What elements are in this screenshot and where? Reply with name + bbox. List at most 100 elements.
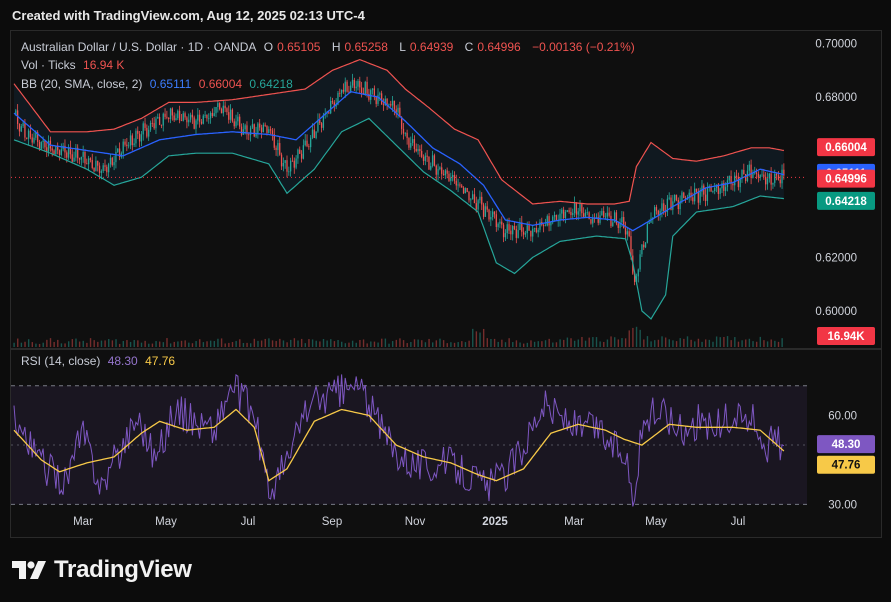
candle-body — [766, 178, 769, 185]
candle-body — [213, 113, 215, 117]
tradingview-logo[interactable]: TradingView — [12, 556, 192, 584]
candle-body — [479, 196, 481, 201]
volume-bar — [104, 340, 106, 347]
candle-body — [535, 228, 537, 233]
candle-body — [371, 88, 374, 91]
candle-body — [417, 149, 419, 152]
volume-bar — [523, 343, 525, 347]
volume-bar — [450, 342, 452, 347]
volume-bar — [632, 327, 634, 347]
candle-body — [765, 176, 767, 185]
bb-lower-value: 0.64218 — [249, 77, 293, 91]
candle-body — [211, 112, 214, 117]
volume-bar — [533, 341, 536, 347]
candle-body — [331, 101, 334, 103]
candle-body — [144, 123, 146, 128]
candle-body — [608, 212, 610, 216]
volume-bar — [370, 341, 372, 347]
volume-bar — [344, 343, 347, 347]
volume-bar — [679, 338, 681, 347]
high-label: H — [331, 40, 341, 54]
candle-body — [226, 108, 228, 113]
volume-bar — [362, 339, 365, 347]
volume-bar — [391, 341, 394, 347]
volume-bar — [282, 340, 285, 347]
candle-body — [217, 103, 219, 108]
candle-body — [442, 173, 445, 176]
candle-body — [188, 119, 190, 123]
candle-body — [712, 191, 714, 192]
candle-body — [612, 222, 614, 227]
rsi-legend[interactable]: RSI (14, close) 48.30 47.76 — [21, 354, 179, 368]
volume-bar — [257, 340, 259, 347]
volume-bar — [621, 338, 623, 347]
volume-legend[interactable]: Vol · Ticks 16.94 K — [21, 58, 128, 72]
volume-bar — [330, 339, 332, 347]
volume-bar — [417, 339, 419, 347]
candle-body — [697, 191, 699, 203]
volume-bar — [246, 342, 248, 347]
candle-body — [288, 171, 290, 173]
volume-bar — [162, 342, 165, 347]
candle-body — [501, 221, 503, 225]
candle-body — [530, 230, 532, 237]
change-value: −0.00136 (−0.21%) — [532, 40, 635, 54]
candle-body — [133, 143, 135, 146]
candle-body — [357, 81, 359, 87]
volume-bar — [635, 326, 638, 347]
candle-body — [772, 182, 774, 185]
candle-body — [128, 145, 130, 147]
volume-bar — [235, 340, 237, 347]
volume-bar — [279, 338, 281, 347]
candle-body — [672, 201, 674, 210]
volume-bar — [97, 341, 99, 347]
volume-bar — [446, 343, 448, 347]
volume-bar — [359, 339, 361, 347]
bb-legend[interactable]: BB (20, SMA, close, 2) 0.65111 0.66004 0… — [21, 77, 297, 91]
candle-body — [29, 130, 32, 138]
candle-body — [58, 150, 61, 155]
candle-body — [770, 173, 772, 185]
candle-body — [699, 191, 701, 203]
candle-body — [169, 108, 172, 120]
candle-body — [386, 98, 388, 105]
symbol-title[interactable]: Australian Dollar / U.S. Dollar · 1D · O… — [21, 40, 256, 54]
candle-body — [714, 187, 716, 192]
candle-body — [264, 124, 266, 126]
chart-canvas[interactable]: 0.70000 0.68000 0.62000 0.60000 0.66004 0.651… — [11, 31, 881, 537]
candle-body — [777, 175, 780, 180]
candle-body — [51, 148, 53, 151]
volume-bar — [348, 342, 350, 347]
candle-body — [131, 135, 133, 146]
volume-bar — [264, 338, 266, 347]
candle-body — [461, 185, 463, 188]
chart-frame[interactable]: 0.70000 0.68000 0.62000 0.60000 0.66004 0.651… — [10, 30, 882, 538]
candle-body — [757, 173, 760, 178]
candle-body — [193, 117, 195, 129]
candle-body — [482, 204, 485, 217]
volume-bar — [734, 337, 736, 347]
candle-body — [104, 165, 106, 167]
volume-bar — [239, 339, 241, 347]
candle-body — [235, 121, 237, 127]
candle-body — [490, 217, 492, 220]
volume-bar — [541, 341, 543, 347]
candle-body — [98, 165, 101, 173]
volume-bar — [752, 341, 754, 347]
candle-body — [289, 160, 292, 172]
volume-bar — [71, 339, 74, 347]
candle-body — [421, 150, 423, 157]
volume-bar — [566, 337, 569, 347]
candle-body — [586, 212, 588, 214]
candle-body — [406, 132, 408, 139]
candle-body — [451, 174, 454, 178]
candle-body — [601, 211, 603, 216]
volume-bar — [610, 336, 612, 347]
candle-body — [775, 173, 778, 176]
candle-body — [340, 89, 343, 94]
candle-body — [158, 117, 161, 125]
candle-body — [229, 109, 232, 120]
candle-body — [692, 197, 694, 202]
volume-bar — [191, 343, 194, 347]
candle-body — [342, 89, 345, 92]
